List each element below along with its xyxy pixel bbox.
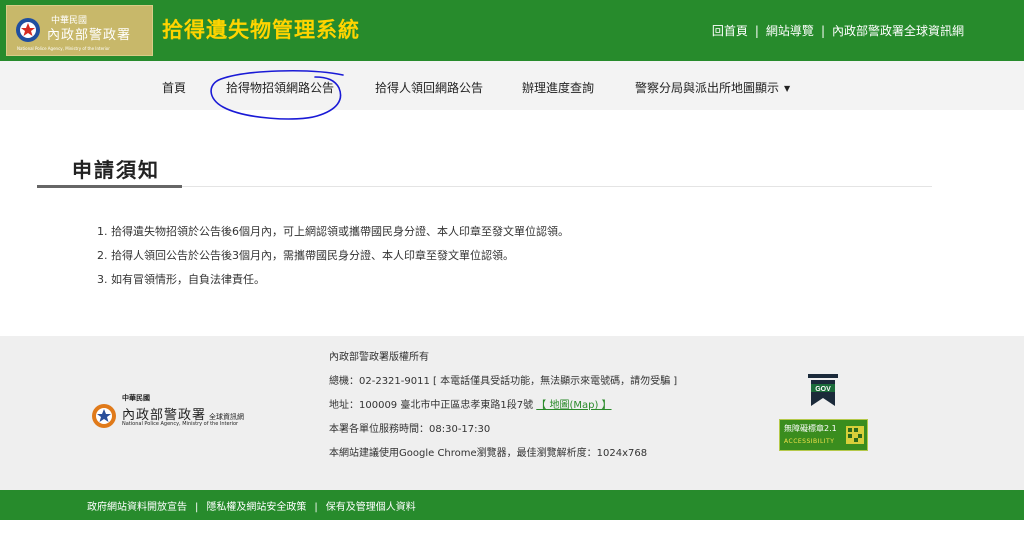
map-link[interactable]: 【 地圖(Map) 】 [536,400,611,411]
home-link[interactable]: 回首頁 [712,24,748,38]
notice-item: 3. 如有冒領情形，自負法律責任。 [97,273,265,286]
nav-item-home[interactable]: 首頁 [162,79,186,96]
top-header: 中華民國 內政部警政署 National Police Agency, Mini… [0,0,1024,61]
police-seal-icon [92,404,116,428]
nav-item-progress-query[interactable]: 辦理進度查詢 [522,79,594,96]
logo-agency-text: 內政部警政署 [47,28,132,43]
header-links: 回首頁 | 網站導覽 | 內政部警政署全球資訊網 [712,22,964,39]
link-separator: | [314,502,318,513]
bottom-bar: 政府網站資料開放宣告 | 隱私權及網站安全政策 | 保有及管理個人資料 [0,490,1024,520]
agency-website-link[interactable]: 內政部警政署全球資訊網 [832,24,964,38]
accessibility-badge-subtitle: ACCESSIBILITY [784,438,835,445]
accessibility-badge[interactable]: 無障礙標章2.1 ACCESSIBILITY [779,419,868,451]
logo-english-text: National Police Agency, Ministry of the … [17,46,110,51]
police-seal-icon [16,18,40,42]
gov-badge-text: GOV [815,386,831,393]
footer-agency-suffix: 全球資訊網 [209,413,245,421]
copyright-text: 內政部警政署版權所有 [329,352,429,363]
agency-logo[interactable]: 中華民國 內政部警政署 National Police Agency, Mini… [6,5,153,56]
footer-info: 內政部警政署版權所有 總機：02-2321-9011 [ 本電話僅具受話功能，無… [329,350,677,470]
footer-logo-english-text: National Police Agency, Ministry of the … [122,421,239,427]
nav-map-label: 警察分局與派出所地圖顯示 [635,81,780,95]
notice-item: 2. 拾得人領回公告於公告後3個月內，需攜帶國民身分證、本人印章至發文單位認領。 [97,249,514,262]
nav-item-police-station-map[interactable]: 警察分局與派出所地圖顯示 ▼ [635,79,790,96]
nav-item-found-items-notice[interactable]: 拾得物招領網路公告 [226,79,334,96]
footer: 中華民國 內政部警政署 全球資訊網 National Police Agency,… [0,336,1024,490]
phone-text: 總機：02-2321-9011 [ 本電話僅具受話功能，無法顯示來電號碼，請勿受… [329,376,678,387]
address-line: 地址：100009 臺北市中正區忠孝東路1段7號 【 地圖(Map) 】 [329,398,677,422]
title-underline [37,185,182,188]
footer-logo-country-text: 中華民國 [122,394,150,402]
sitemap-link[interactable]: 網站導覽 [766,24,814,38]
accessibility-badge-title: 無障礙標章2.1 [784,424,837,433]
site-title: 拾得遺失物管理系統 [162,18,360,42]
link-separator: | [820,24,825,38]
gov-badge-icon[interactable]: GOV [808,374,838,406]
privacy-security-policy-link[interactable]: 隱私權及網站安全政策 [206,502,306,513]
address-text: 地址：100009 臺北市中正區忠孝東路1段7號 [329,400,534,411]
personal-data-link[interactable]: 保有及管理個人資料 [326,502,416,513]
page-bottom-space [0,520,1024,549]
notice-list: 1. 拾得遺失物招領於公告後6個月內，可上網認領或攜帶國民身分證、本人印章至發文… [97,224,569,296]
notice-item: 1. 拾得遺失物招領於公告後6個月內，可上網認領或攜帶國民身分證、本人印章至發文… [97,225,569,238]
open-data-declaration-link[interactable]: 政府網站資料開放宣告 [87,502,187,513]
nav-item-finder-return-notice[interactable]: 拾得人領回網路公告 [375,79,483,96]
link-separator: | [195,502,199,513]
chevron-down-icon: ▼ [784,84,791,93]
service-hours-text: 本署各單位服務時間：08:30-17:30 [329,424,491,435]
accessibility-grid-icon [846,426,864,444]
main-nav: 首頁 拾得物招領網路公告 拾得人領回網路公告 辦理進度查詢 警察分局與派出所地圖… [0,61,1024,110]
page-title: 申請須知 [72,158,160,182]
browser-note-text: 本網站建議使用Google Chrome瀏覽器，最佳瀏覽解析度：1024x768 [329,448,648,459]
policy-links: 政府網站資料開放宣告 | 隱私權及網站安全政策 | 保有及管理個人資料 [87,498,416,513]
link-separator: | [754,24,759,38]
